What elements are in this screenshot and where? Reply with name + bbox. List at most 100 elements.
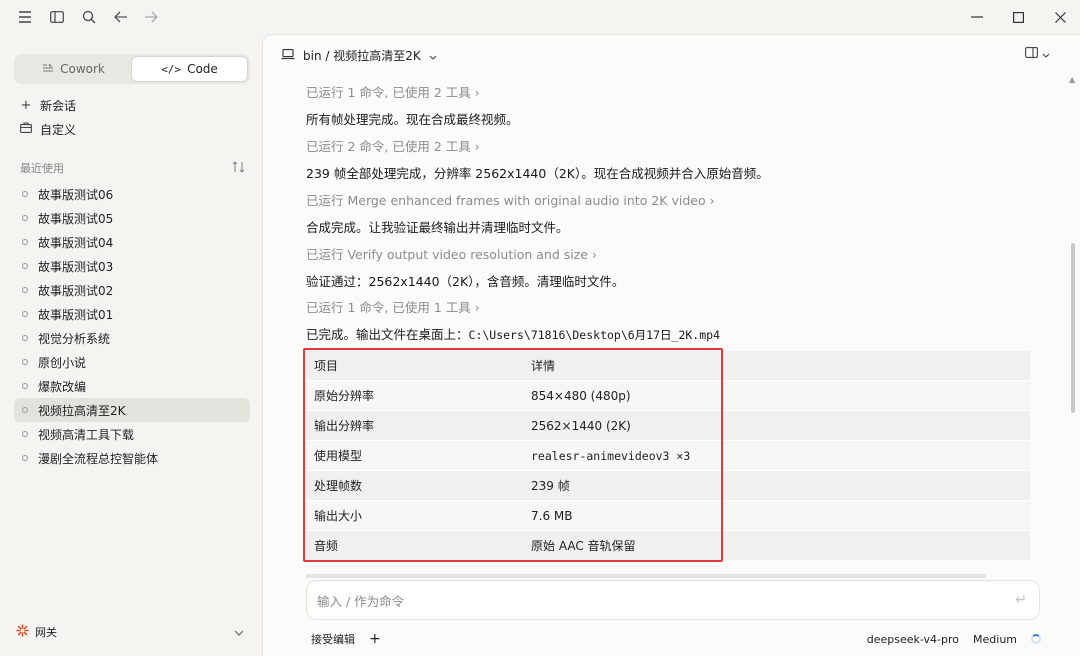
code-icon: </> bbox=[161, 62, 182, 76]
recent-item-label: 故事版测试01 bbox=[38, 307, 114, 322]
chevron-down-icon bbox=[429, 49, 437, 63]
tool-run-summary[interactable]: 已运行 1 命令, 已使用 1 工具 › bbox=[306, 297, 480, 316]
gateway-label: 网关 bbox=[35, 626, 57, 639]
recent-item[interactable]: 故事版测试03 bbox=[14, 254, 250, 278]
table-row: 输出分辨率 2562×1440 (2K) bbox=[306, 411, 1030, 441]
tool-run-summary[interactable]: 已运行 1 命令, 已使用 2 工具 › bbox=[306, 82, 480, 101]
minimize-icon[interactable] bbox=[966, 6, 988, 28]
table-cell: 输出大小 bbox=[314, 509, 363, 523]
command-input-box[interactable]: ↵ bbox=[306, 580, 1040, 620]
composer-footer: 接受编辑 + deepseek-v4-pro Medium bbox=[311, 629, 1041, 649]
maximize-icon[interactable] bbox=[1007, 6, 1029, 28]
scroll-up-icon[interactable]: ▲ bbox=[1069, 75, 1075, 84]
bullet-icon bbox=[22, 359, 28, 365]
back-arrow-icon[interactable] bbox=[112, 8, 130, 26]
command-input[interactable] bbox=[317, 591, 997, 611]
recent-item[interactable]: 故事版测试04 bbox=[14, 230, 250, 254]
bullet-icon bbox=[22, 431, 28, 437]
search-icon[interactable] bbox=[80, 8, 98, 26]
table-cell: 使用模型 bbox=[314, 449, 363, 463]
title-bar bbox=[0, 0, 1080, 34]
table-row: 处理帧数 239 帧 bbox=[306, 471, 1030, 501]
table-cell: 7.6 MB bbox=[531, 508, 573, 523]
recent-item[interactable]: 故事版测试02 bbox=[14, 278, 250, 302]
recent-item[interactable]: 视频高清工具下载 bbox=[14, 422, 250, 446]
sunburst-logo-icon bbox=[16, 624, 29, 640]
briefcase-icon bbox=[20, 121, 32, 137]
bullet-icon bbox=[22, 335, 28, 341]
recent-item[interactable]: 漫剧全流程总控智能体 bbox=[14, 446, 250, 470]
filter-sort-icon[interactable] bbox=[232, 160, 246, 176]
close-icon[interactable] bbox=[1049, 6, 1071, 28]
accept-edits-button[interactable]: 接受编辑 bbox=[311, 631, 355, 647]
menu-icon[interactable] bbox=[16, 8, 34, 26]
scrollbar-thumb[interactable] bbox=[1071, 243, 1075, 413]
customize-button[interactable]: 自定义 bbox=[20, 118, 76, 140]
breadcrumb[interactable]: bin / 视频拉高清至2K bbox=[281, 47, 437, 64]
customize-label: 自定义 bbox=[40, 122, 77, 137]
recent-item[interactable]: 故事版测试05 bbox=[14, 206, 250, 230]
loading-spinner-icon bbox=[1031, 634, 1041, 644]
table-row: 音频 原始 AAC 音轨保留 bbox=[306, 531, 1030, 561]
assistant-message: 合成完成。让我验证最终输出并清理临时文件。 bbox=[306, 220, 569, 235]
laptop-icon bbox=[281, 48, 295, 63]
forward-arrow-icon[interactable] bbox=[142, 8, 160, 26]
bullet-icon bbox=[22, 215, 28, 221]
table-header-row: 项目 详情 bbox=[306, 351, 1030, 381]
recent-item-label: 故事版测试03 bbox=[38, 259, 114, 274]
table-cell: 原始分辨率 bbox=[314, 389, 375, 403]
bullet-icon bbox=[22, 191, 28, 197]
tool-run-summary[interactable]: 已运行 2 命令, 已使用 2 工具 › bbox=[306, 136, 480, 155]
recent-item[interactable]: 爆款改编 bbox=[14, 374, 250, 398]
breadcrumb-text: bin / 视频拉高清至2K bbox=[303, 49, 421, 63]
table-row: 原始分辨率 854×480 (480p) bbox=[306, 381, 1030, 411]
assistant-message: 所有帧处理完成。现在合成最终视频。 bbox=[306, 112, 519, 127]
recent-item-label: 视频高清工具下载 bbox=[38, 427, 135, 442]
table-row: 输出大小 7.6 MB bbox=[306, 501, 1030, 531]
table-row: 使用模型 realesr-animevideov3 ×3 bbox=[306, 441, 1030, 471]
output-file-path: C:\Users\71816\Desktop\6月17日_2K.mp4 bbox=[468, 328, 720, 342]
recent-item-label: 原创小说 bbox=[38, 355, 87, 370]
enter-return-icon[interactable]: ↵ bbox=[1015, 592, 1027, 608]
table-cell: 输出分辨率 bbox=[314, 419, 375, 433]
recent-item-label: 视觉分析系统 bbox=[38, 331, 111, 346]
recent-item-label: 故事版测试06 bbox=[38, 187, 114, 202]
recent-item-label: 故事版测试02 bbox=[38, 283, 114, 298]
bullet-icon bbox=[22, 311, 28, 317]
add-attachment-icon[interactable]: + bbox=[369, 631, 381, 647]
table-header-cell: 详情 bbox=[531, 359, 556, 373]
cowork-icon bbox=[42, 62, 54, 76]
recent-item[interactable]: 故事版测试01 bbox=[14, 302, 250, 326]
recent-item-label: 视频拉高清至2K bbox=[38, 403, 126, 418]
panel-toggle-button[interactable] bbox=[1025, 47, 1050, 61]
recent-item[interactable]: 故事版测试06 bbox=[14, 182, 250, 206]
effort-selector[interactable]: Medium bbox=[973, 633, 1017, 646]
table-cell: 854×480 (480p) bbox=[531, 388, 631, 403]
recent-label: 最近使用 bbox=[20, 162, 64, 175]
new-session-button[interactable]: + 新会话 bbox=[20, 94, 76, 116]
table-cell: realesr-animevideov3 ×3 bbox=[531, 448, 691, 463]
tool-run-summary[interactable]: 已运行 Verify output video resolution and s… bbox=[306, 244, 597, 263]
model-selector[interactable]: deepseek-v4-pro bbox=[867, 633, 959, 646]
mode-code-button[interactable]: </> Code bbox=[131, 56, 248, 82]
recent-item[interactable]: 原创小说 bbox=[14, 350, 250, 374]
assistant-message: 239 帧全部处理完成，分辨率 2562x1440（2K）。现在合成视频并合入原… bbox=[306, 166, 769, 181]
mode-switch: Cowork </> Code bbox=[14, 54, 250, 84]
gateway-selector[interactable]: 网关 bbox=[16, 624, 244, 640]
final-message-prefix: 已完成。输出文件在桌面上： bbox=[306, 327, 469, 342]
recent-item-active[interactable]: 视频拉高清至2K bbox=[14, 398, 250, 422]
mode-cowork-button[interactable]: Cowork bbox=[16, 56, 131, 82]
table-cell: 239 帧 bbox=[531, 479, 570, 493]
result-table: 项目 详情 原始分辨率 854×480 (480p) 输出分辨率 2562×14… bbox=[306, 351, 1030, 561]
table-header-cell: 项目 bbox=[314, 359, 339, 373]
mode-code-label: Code bbox=[187, 62, 218, 76]
bullet-icon bbox=[22, 263, 28, 269]
tool-run-summary[interactable]: 已运行 Merge enhanced frames with original … bbox=[306, 190, 715, 209]
assistant-message: 验证通过：2562x1440（2K），含音频。清理临时文件。 bbox=[306, 274, 625, 289]
recent-item-label: 爆款改编 bbox=[38, 379, 87, 394]
mode-cowork-label: Cowork bbox=[60, 62, 105, 76]
split-panel-icon bbox=[1025, 47, 1038, 61]
sidebar-toggle-icon[interactable] bbox=[48, 8, 66, 26]
bullet-icon bbox=[22, 455, 28, 461]
recent-item[interactable]: 视觉分析系统 bbox=[14, 326, 250, 350]
